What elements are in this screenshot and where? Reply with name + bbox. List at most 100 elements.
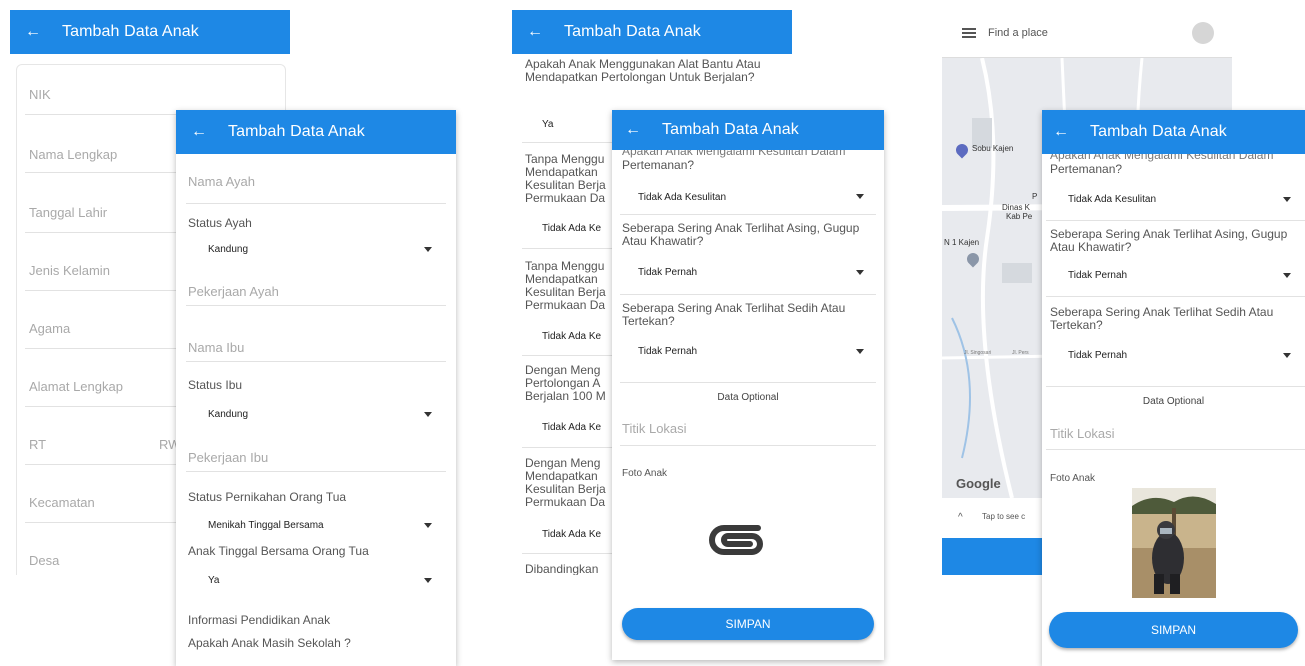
status-ibu-value: Kandung (208, 409, 249, 420)
asing-value: Tidak Pernah (638, 267, 698, 278)
q1-line-4: Permukaan Da (525, 191, 606, 205)
titik-lokasi-placeholder: Titik Lokasi (622, 421, 687, 436)
sedih-dropdown[interactable]: Tidak Pernah (1050, 342, 1297, 376)
status-ayah-dropdown[interactable]: Kandung (188, 234, 446, 264)
caret-down-icon (424, 523, 432, 528)
kecamatan-placeholder: Kecamatan (29, 495, 95, 510)
screen-data-psikososial: Apakah Anak Mengalami Kesulitan Dalam ← … (612, 110, 884, 660)
q4-line-4: Permukaan Da (525, 495, 606, 509)
menu-icon[interactable] (962, 28, 976, 38)
answer-partial-4[interactable]: Tidak Ada Ke (542, 529, 601, 540)
question-partial-1: Tanpa Menggu Mendapatkan Kesulitan Berja… (525, 153, 625, 205)
screen-data-psikososial-foto: Apakah Anak Mengalami Kesulitan Dalam ← … (1042, 110, 1305, 666)
status-pernikahan-value: Menikah Tinggal Bersama (208, 520, 324, 531)
question-partial-5: Dibandingkan (525, 562, 599, 576)
titik-lokasi-field[interactable]: Titik Lokasi (1046, 412, 1305, 450)
sedih-value: Tidak Pernah (1068, 350, 1128, 361)
chevron-up-icon[interactable]: ^ (958, 512, 963, 523)
paperclip-icon[interactable] (700, 518, 768, 560)
question-sedih: Seberapa Sering Anak Terlihat Sedih Atau… (1050, 305, 1274, 332)
page-title: Tambah Data Anak (564, 23, 701, 40)
titik-lokasi-field[interactable]: Titik Lokasi (620, 410, 876, 446)
pekerjaan-ayah-field[interactable]: Pekerjaan Ayah (186, 264, 446, 306)
data-optional-heading: Data Optional (717, 392, 779, 403)
map-label-p: P (1032, 192, 1038, 201)
answer-alat-bantu[interactable]: Ya (542, 119, 554, 130)
back-arrow-icon[interactable]: ← (188, 123, 210, 141)
question-alat-bantu: Apakah Anak Menggunakan Alat Bantu Atau … (525, 57, 761, 84)
question-partial-2: Tanpa Menggu Mendapatkan Kesulitan Berja… (525, 260, 625, 312)
status-pernikahan-dropdown[interactable]: Menikah Tinggal Bersama (188, 512, 446, 542)
nama-ibu-field[interactable]: Nama Ibu (186, 306, 446, 362)
question-pertemanan: Pertemanan? (1050, 162, 1123, 176)
question-pertemanan: Pertemanan? (622, 158, 695, 172)
question-partial-3: Dengan Meng Pertolongan A Berjalan 100 M (525, 364, 625, 403)
simpan-button[interactable]: SIMPAN (1049, 612, 1298, 648)
caret-down-icon (424, 247, 432, 252)
status-ibu-dropdown[interactable]: Kandung (188, 400, 446, 430)
asing-value: Tidak Pernah (1068, 270, 1128, 281)
sedih-value: Tidak Pernah (638, 346, 698, 357)
caret-down-icon (424, 578, 432, 583)
pertemanan-value: Tidak Ada Kesulitan (1068, 194, 1157, 205)
status-pernikahan-label: Status Pernikahan Orang Tua (188, 490, 347, 504)
map-label-road-1: Jl. Singosari (964, 350, 992, 356)
back-arrow-icon[interactable]: ← (1050, 123, 1072, 141)
map-label-road-2: Jl. Pers (1012, 350, 1029, 356)
app-bar: ← Tambah Data Anak (176, 110, 456, 154)
simpan-button[interactable]: SIMPAN (622, 608, 874, 640)
page-title: Tambah Data Anak (62, 23, 199, 40)
info-pendidikan-heading: Informasi Pendidikan Anak (188, 613, 331, 627)
caret-down-icon (1283, 273, 1291, 278)
back-arrow-icon[interactable]: ← (22, 23, 44, 41)
page-title: Tambah Data Anak (228, 123, 365, 140)
pekerjaan-ibu-field[interactable]: Pekerjaan Ibu (186, 430, 446, 472)
map-search-bar[interactable]: Find a place (942, 10, 1232, 58)
pertemanan-dropdown[interactable]: Tidak Ada Kesulitan (1050, 186, 1297, 220)
divider (1046, 296, 1305, 297)
tinggal-bersama-label: Anak Tinggal Bersama Orang Tua (188, 544, 369, 558)
pertemanan-dropdown[interactable]: Tidak Ada Kesulitan (622, 180, 874, 214)
jenis-kelamin-placeholder: Jenis Kelamin (29, 263, 110, 278)
question-sedih: Seberapa Sering Anak Terlihat Sedih Atau… (622, 301, 846, 328)
foto-anak-label: Foto Anak (1050, 473, 1096, 484)
back-arrow-icon[interactable]: ← (622, 121, 644, 139)
question-partial-4: Dengan Meng Mendapatkan Kesulitan Berja … (525, 457, 625, 509)
search-input[interactable]: Find a place (988, 27, 1048, 39)
caret-down-icon (856, 194, 864, 199)
app-bar: ← Tambah Data Anak (10, 10, 290, 54)
asing-dropdown[interactable]: Tidak Pernah (622, 256, 874, 290)
caret-down-icon (856, 270, 864, 275)
foto-anak-label: Foto Anak (622, 468, 668, 479)
agama-placeholder: Agama (29, 321, 71, 336)
nama-ayah-field[interactable]: Nama Ayah (186, 154, 446, 204)
status-ayah-value: Kandung (208, 244, 249, 255)
tinggal-bersama-dropdown[interactable]: Ya (188, 566, 446, 596)
back-arrow-icon[interactable]: ← (524, 23, 546, 41)
google-logo: Google (956, 476, 1001, 491)
answer-partial-1[interactable]: Tidak Ada Ke (542, 223, 601, 234)
question-asing: Seberapa Sering Anak Terlihat Asing, Gug… (1050, 227, 1288, 254)
data-optional-heading: Data Optional (1142, 396, 1205, 407)
status-ayah-label: Status Ayah (188, 216, 252, 230)
answer-partial-3[interactable]: Tidak Ada Ke (542, 422, 601, 433)
divider (620, 382, 876, 383)
nik-field[interactable]: NIK (25, 65, 285, 115)
divider (620, 294, 876, 295)
sedih-dropdown[interactable]: Tidak Pernah (622, 338, 874, 372)
nama-lengkap-placeholder: Nama Lengkap (29, 147, 118, 162)
asing-dropdown[interactable]: Tidak Pernah (1050, 262, 1297, 296)
tinggal-bersama-value: Ya (208, 575, 220, 586)
masih-sekolah-label: Apakah Anak Masih Sekolah ? (188, 636, 351, 650)
avatar-icon[interactable] (1192, 22, 1214, 44)
answer-partial-2[interactable]: Tidak Ada Ke (542, 331, 601, 342)
page-title: Tambah Data Anak (662, 121, 799, 138)
app-bar: ← Tambah Data Anak (1042, 110, 1305, 154)
caret-down-icon (1283, 353, 1291, 358)
child-photo[interactable] (1132, 488, 1216, 598)
app-bar: ← Tambah Data Anak (612, 110, 884, 150)
q3-line-3: Berjalan 100 M (525, 389, 606, 403)
titik-lokasi-placeholder: Titik Lokasi (1050, 426, 1115, 441)
map-label-dinas: Dinas K (1002, 203, 1031, 212)
pertemanan-value: Tidak Ada Kesulitan (638, 192, 727, 203)
